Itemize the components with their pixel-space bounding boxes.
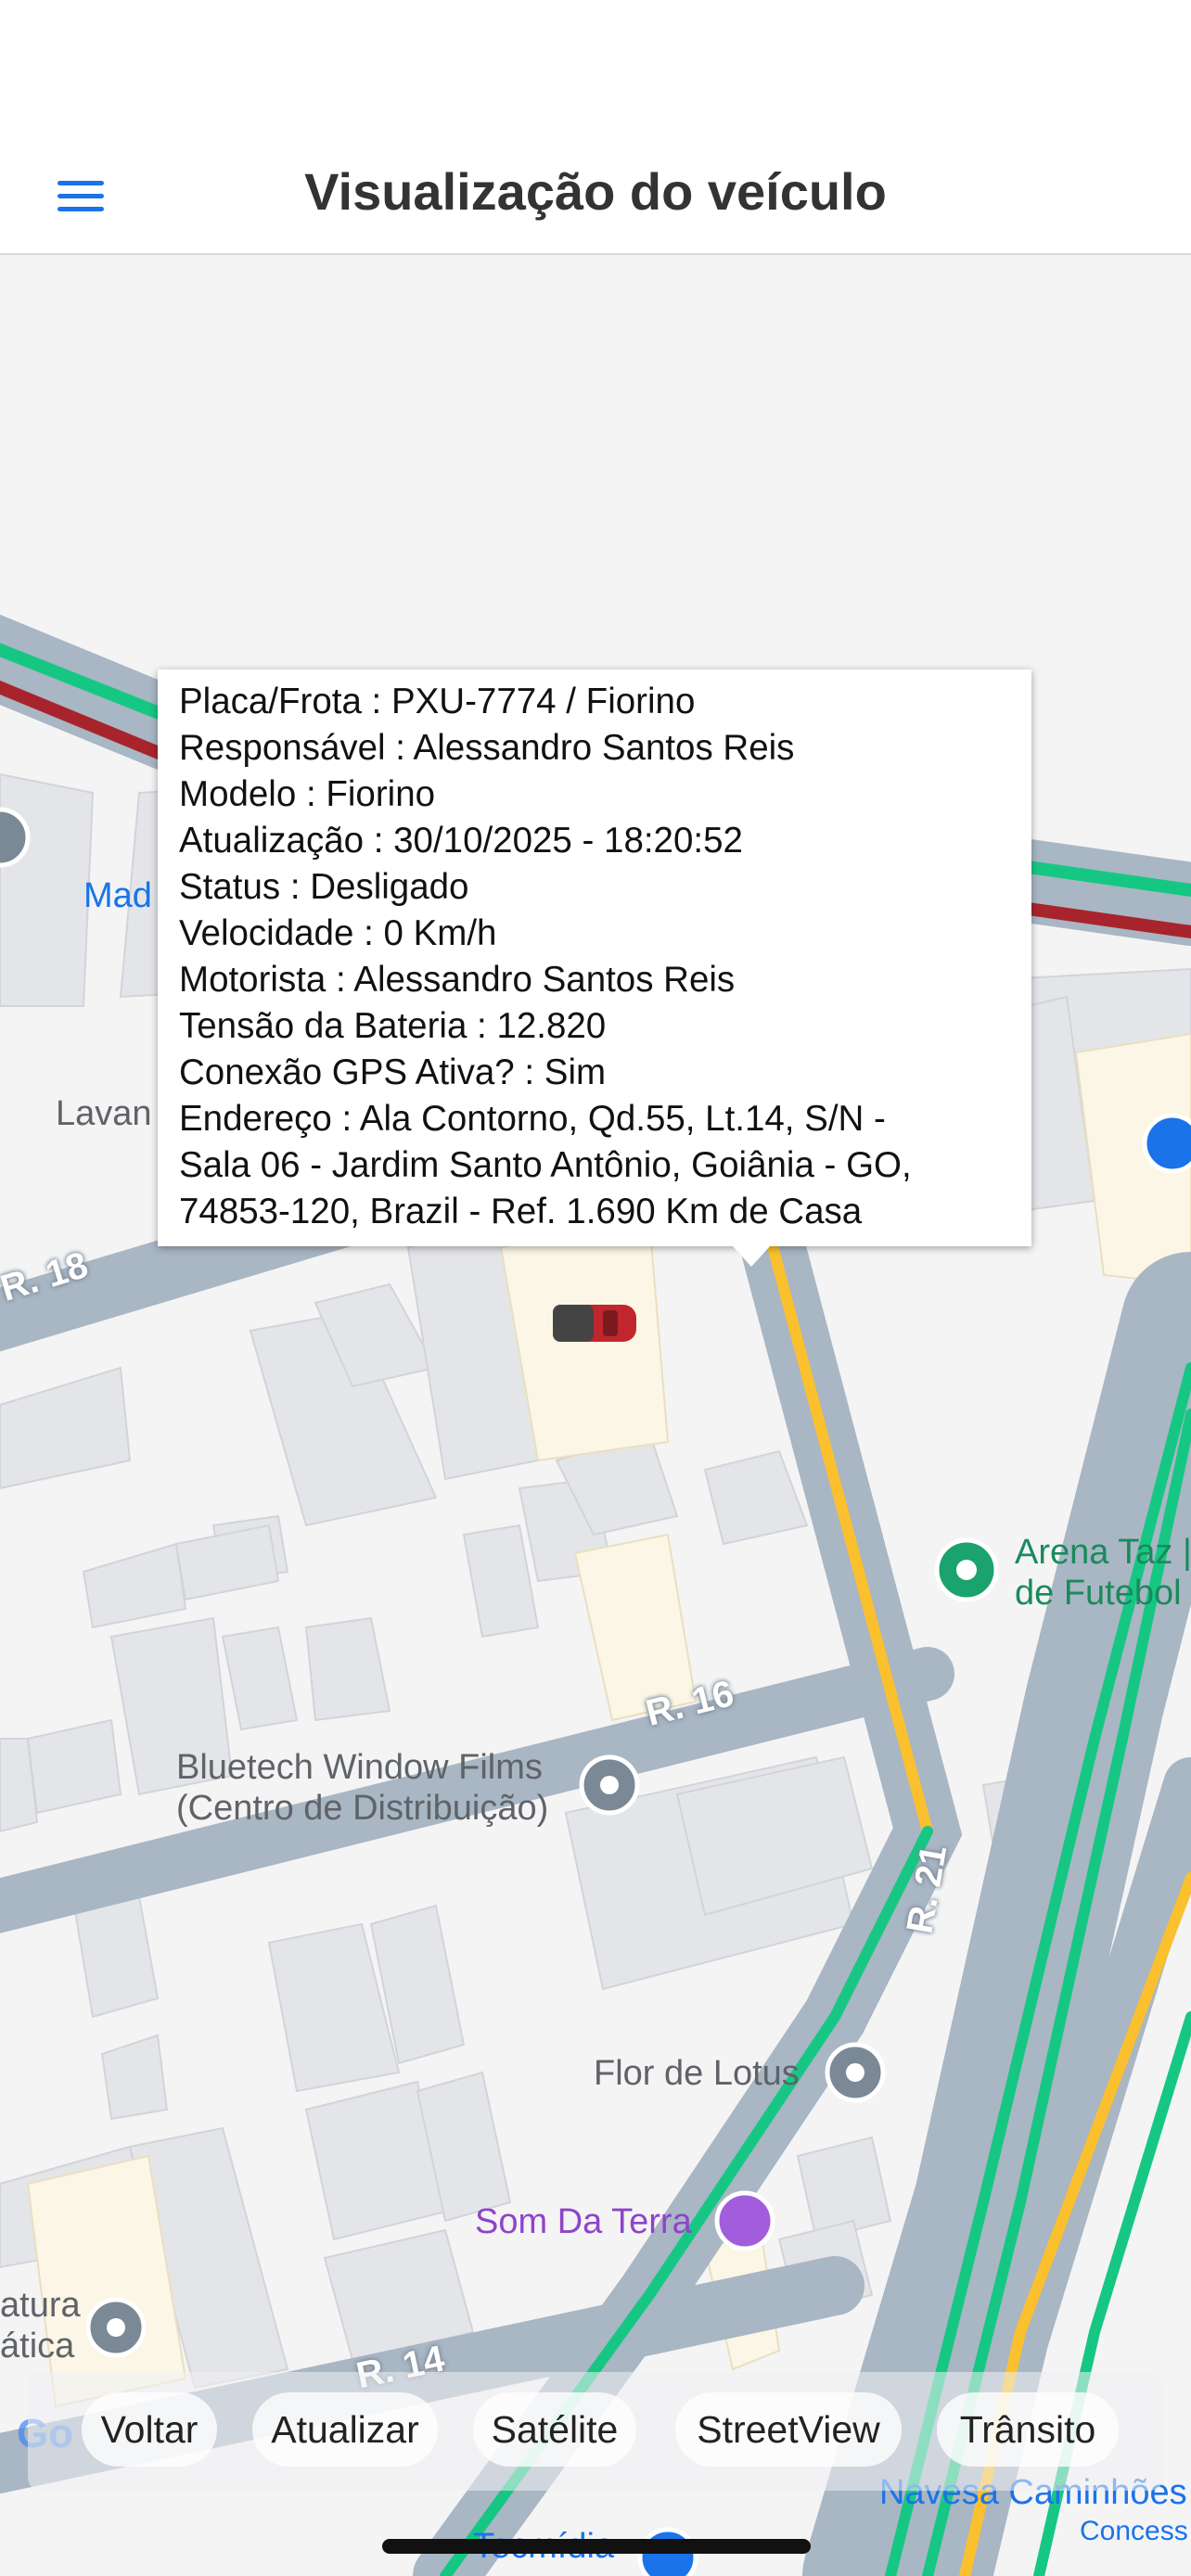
place-label-atura[interactable]: atura ática <box>0 2286 81 2366</box>
vehicle-info-window: Placa/Frota : PXU-7774 / Fiorino Respons… <box>158 670 1031 1267</box>
info-address-1: Endereço : Ala Contorno, Qd.55, Lt.14, S… <box>179 1099 886 1139</box>
page-title: Visualização do veículo <box>304 162 887 221</box>
place-label-bluetech[interactable]: Bluetech Window Films (Centro de Distribu… <box>176 1748 548 1829</box>
refresh-button[interactable]: Atualizar <box>252 2392 438 2467</box>
info-speed: Velocidade : 0 Km/h <box>179 913 497 953</box>
place-label-mad[interactable]: Mad <box>83 876 152 917</box>
satellite-button[interactable]: Satélite <box>473 2392 636 2467</box>
info-gps: Conexão GPS Ativa? : Sim <box>179 1052 607 1092</box>
back-button[interactable]: Voltar <box>82 2392 217 2467</box>
info-plate: Placa/Frota : PXU-7774 / Fiorino <box>179 682 696 721</box>
vehicle-marker-icon <box>553 1305 636 1342</box>
info-address-3: 74853-120, Brazil - Ref. 1.690 Km de Cas… <box>179 1192 863 1231</box>
place-label-lavan[interactable]: Lavan <box>56 1094 152 1135</box>
info-battery: Tensão da Bateria : 12.820 <box>179 1006 607 1046</box>
info-responsible: Responsável : Alessandro Santos Reis <box>179 728 795 768</box>
map-view[interactable]: Bluetech Window Films (Centro de Distribu… <box>0 255 1191 2576</box>
place-label-flor-de-lotus[interactable]: Flor de Lotus <box>594 2054 800 2095</box>
place-label-arena[interactable]: Arena Taz | de Futebol <box>1015 1533 1191 1613</box>
status-bar <box>0 0 1191 139</box>
map-toolbar: Voltar Atualizar Satélite StreetView Trâ… <box>28 2372 1163 2491</box>
info-status: Status : Desligado <box>179 867 469 907</box>
info-address-2: Sala 06 - Jardim Santo Antônio, Goiânia … <box>179 1145 912 1185</box>
app-header: Visualização do veículo <box>0 139 1191 255</box>
streetview-button[interactable]: StreetView <box>675 2392 902 2467</box>
place-label-concess[interactable]: Concess <box>1080 2516 1188 2548</box>
info-updated: Atualização : 30/10/2025 - 18:20:52 <box>179 821 743 861</box>
place-label-som-da-terra[interactable]: Som Da Terra <box>475 2202 692 2243</box>
info-driver: Motorista : Alessandro Santos Reis <box>179 960 736 1000</box>
info-model: Modelo : Fiorino <box>179 774 436 814</box>
traffic-button[interactable]: Trânsito <box>937 2392 1119 2467</box>
home-indicator[interactable] <box>382 2539 811 2554</box>
